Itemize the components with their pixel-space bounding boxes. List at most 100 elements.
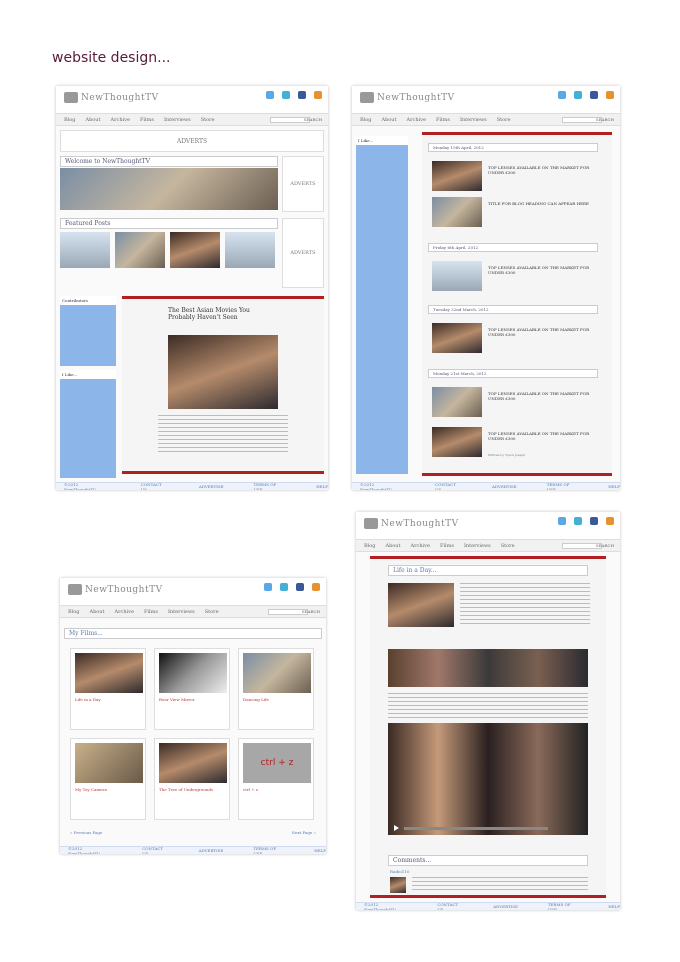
rss-icon[interactable]: [314, 91, 322, 99]
nav-store[interactable]: Store: [497, 117, 511, 123]
featured-post-1[interactable]: [60, 232, 110, 268]
post-title-2[interactable]: TITLE FOR BLOG HEADING CAN APPEAR HERE: [488, 201, 598, 206]
nav-interviews[interactable]: Interviews: [464, 543, 491, 549]
film-title[interactable]: Dancing Life: [243, 697, 269, 702]
vimeo-icon[interactable]: [282, 91, 290, 99]
twitter-icon[interactable]: [558, 91, 566, 99]
nav-interviews[interactable]: Interviews: [460, 117, 487, 123]
post-thumb-3[interactable]: [432, 261, 482, 291]
post-thumb-1[interactable]: [432, 161, 482, 191]
nav-about[interactable]: About: [85, 117, 100, 123]
post-title-5[interactable]: TOP LENSES AVAILABLE ON THE MARKET FOR U…: [488, 391, 598, 401]
twitter-icon[interactable]: [558, 517, 566, 525]
site-logo[interactable]: NewThoughtTV: [68, 584, 163, 595]
film-card-5[interactable]: The Tree of Undergrounds: [154, 738, 230, 820]
nav-blog[interactable]: Blog: [68, 609, 79, 615]
footer-contact[interactable]: CONTACT US: [437, 902, 463, 911]
nav-films[interactable]: Films: [144, 609, 158, 615]
site-logo[interactable]: NewThoughtTV: [364, 518, 459, 529]
nav-about[interactable]: About: [385, 543, 400, 549]
video-progress-bar[interactable]: [404, 827, 548, 830]
film-title[interactable]: My Toy Camera: [75, 787, 107, 792]
rss-icon[interactable]: [312, 583, 320, 591]
search-button[interactable]: SEARCH: [596, 543, 614, 548]
nav-archive[interactable]: Archive: [411, 543, 430, 549]
footer-contact[interactable]: CONTACT US: [142, 846, 168, 855]
film-card-6[interactable]: ctrl + z ctrl + z: [238, 738, 314, 820]
film-card-4[interactable]: My Toy Camera: [70, 738, 146, 820]
post-thumb-5[interactable]: [432, 387, 482, 417]
nav-films[interactable]: Films: [440, 543, 454, 549]
nav-about[interactable]: About: [89, 609, 104, 615]
featured-post-4[interactable]: [225, 232, 275, 268]
post-thumb-2[interactable]: [432, 197, 482, 227]
twitter-icon[interactable]: [266, 91, 274, 99]
post-title-4[interactable]: TOP LENSES AVAILABLE ON THE MARKET FOR U…: [488, 327, 598, 337]
nav-films[interactable]: Films: [436, 117, 450, 123]
search-button[interactable]: SEARCH: [304, 117, 322, 122]
search-button[interactable]: SEARCH: [302, 609, 320, 614]
facebook-icon[interactable]: [590, 91, 598, 99]
nav-archive[interactable]: Archive: [115, 609, 134, 615]
footer-advertise[interactable]: ADVERTISE: [199, 484, 224, 489]
footer-advertise[interactable]: ADVERTISE: [493, 904, 518, 909]
footer-terms[interactable]: TERMS OF USE: [547, 482, 579, 491]
film-title[interactable]: The Tree of Undergrounds: [159, 787, 213, 792]
next-page-link[interactable]: Next Page »: [291, 830, 316, 835]
facebook-icon[interactable]: [590, 517, 598, 525]
footer-terms[interactable]: TERMS OF USE: [548, 902, 578, 911]
post-title-6[interactable]: TOP LENSES AVAILABLE ON THE MARKET FOR U…: [488, 431, 598, 441]
nav-store[interactable]: Store: [201, 117, 215, 123]
vimeo-icon[interactable]: [574, 91, 582, 99]
film-title[interactable]: Life in a Day: [75, 697, 101, 702]
nav-interviews[interactable]: Interviews: [168, 609, 195, 615]
previous-page-link[interactable]: « Previous Page: [70, 830, 102, 835]
nav-films[interactable]: Films: [140, 117, 154, 123]
featured-post-3[interactable]: [170, 232, 220, 268]
post-thumb-6[interactable]: [432, 427, 482, 457]
vimeo-icon[interactable]: [280, 583, 288, 591]
footer-advertise[interactable]: ADVERTISE: [199, 848, 224, 853]
film-card-1[interactable]: Life in a Day: [70, 648, 146, 730]
rss-icon[interactable]: [606, 91, 614, 99]
footer-contact[interactable]: CONTACT US: [435, 482, 462, 491]
footer-help[interactable]: HELP: [316, 484, 328, 489]
featured-post-2[interactable]: [115, 232, 165, 268]
side-advert-1[interactable]: ADVERTS: [282, 156, 324, 212]
hero-slideshow[interactable]: [60, 168, 278, 210]
nav-about[interactable]: About: [381, 117, 396, 123]
film-card-3[interactable]: Dancing Life: [238, 648, 314, 730]
footer-contact[interactable]: CONTACT US: [141, 482, 169, 491]
nav-store[interactable]: Store: [501, 543, 515, 549]
video-player[interactable]: [388, 723, 588, 835]
nav-interviews[interactable]: Interviews: [164, 117, 191, 123]
nav-blog[interactable]: Blog: [364, 543, 375, 549]
post-thumb-4[interactable]: [432, 323, 482, 353]
film-title[interactable]: ctrl + z: [243, 787, 258, 792]
post-title-3[interactable]: TOP LENSES AVAILABLE ON THE MARKET FOR U…: [488, 265, 598, 275]
facebook-icon[interactable]: [298, 91, 306, 99]
nav-blog[interactable]: Blog: [64, 117, 75, 123]
nav-archive[interactable]: Archive: [407, 117, 426, 123]
footer-advertise[interactable]: ADVERTISE: [492, 484, 517, 489]
site-logo[interactable]: NewThoughtTV: [360, 92, 455, 103]
footer-help[interactable]: HELP: [608, 904, 620, 909]
nav-blog[interactable]: Blog: [360, 117, 371, 123]
film-title[interactable]: Rear View Mirror: [159, 697, 195, 702]
rss-icon[interactable]: [606, 517, 614, 525]
search-button[interactable]: SEARCH: [596, 117, 614, 122]
footer-terms[interactable]: TERMS OF USE: [253, 846, 284, 855]
nav-store[interactable]: Store: [205, 609, 219, 615]
site-logo[interactable]: NewThoughtTV: [64, 92, 159, 103]
twitter-icon[interactable]: [264, 583, 272, 591]
side-advert-2[interactable]: ADVERTS: [282, 218, 324, 288]
post-title-1[interactable]: TOP LENSES AVAILABLE ON THE MARKET FOR U…: [488, 165, 598, 175]
vimeo-icon[interactable]: [574, 517, 582, 525]
nav-archive[interactable]: Archive: [111, 117, 130, 123]
film-card-2[interactable]: Rear View Mirror: [154, 648, 230, 730]
play-icon[interactable]: [394, 825, 399, 831]
advert-banner[interactable]: ADVERTS: [60, 130, 324, 152]
facebook-icon[interactable]: [296, 583, 304, 591]
footer-help[interactable]: HELP: [608, 484, 620, 489]
footer-terms[interactable]: TERMS OF USE: [254, 482, 287, 491]
